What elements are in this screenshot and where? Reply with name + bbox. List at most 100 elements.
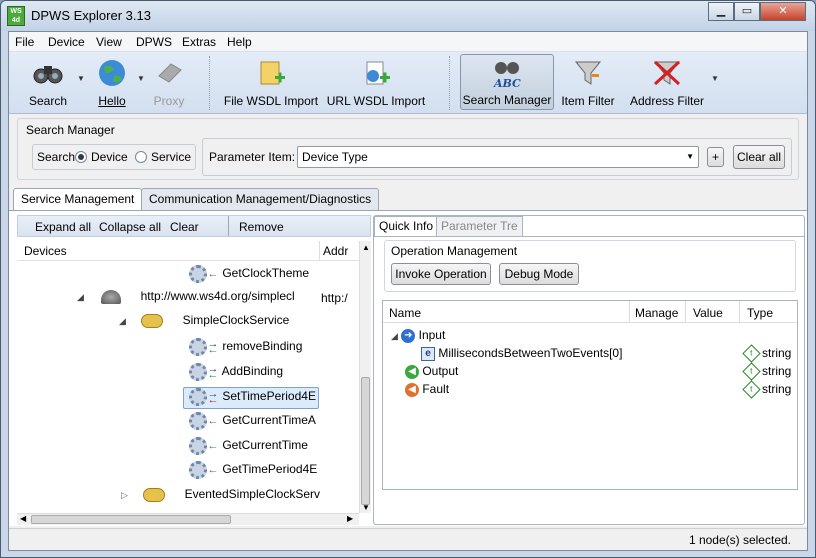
file-wsdl-import-button[interactable]: File WSDL Import [223,54,319,110]
gear-icon [189,388,207,406]
param-row-element[interactable]: e MillisecondsBetweenTwoEvents[0] [421,346,622,364]
expand-icon: ▷ [121,490,128,500]
tree-item-device[interactable]: ◢ http://www.ws4d.org/simplecl http:/ [77,289,348,311]
menu-dpws[interactable]: DPWS [136,35,172,49]
tree-item-settimeperiod[interactable]: → ← SetTimePeriod4E [183,387,319,409]
parameter-item-select[interactable]: Device Type ▼ [297,146,699,168]
menu-device[interactable]: Device [48,35,85,49]
status-bar: 1 node(s) selected. [9,528,807,550]
menu-file[interactable]: File [15,35,34,49]
tree-item-getcurrenttime[interactable]: ← GetCurrentTime [189,437,308,459]
remove-button[interactable]: Remove [239,220,284,234]
gear-icon [189,461,207,479]
scroll-right-icon[interactable]: ▶ [347,514,353,523]
url-wsdl-import-button[interactable]: URL WSDL Import [325,54,427,110]
device-tree: ← GetClockTheme ◢ http://www.ws4d.org/si… [17,261,359,513]
param-row-input[interactable]: ◢ ➜ Input [391,328,445,346]
service-radio-label: Service [151,150,192,164]
tree-item-label: GetCurrentTime [222,438,308,453]
tree-item-gettimeperiod[interactable]: ← GetTimePeriod4E [189,461,317,483]
param-label: Output [422,364,459,378]
clear-all-button[interactable]: Clear all [733,145,785,169]
scroll-left-icon[interactable]: ◀ [20,514,26,523]
folder-add-icon [260,61,285,85]
hello-button[interactable]: Hello [91,54,133,110]
tab-communication[interactable]: Communication Management/Diagnostics [141,188,380,210]
search-type-label: Search [37,150,76,164]
parameter-item-value: Device Type [302,150,368,164]
search-type-group: Search Device Service [32,144,196,170]
device-radio[interactable] [75,151,87,163]
service-icon [141,313,164,328]
gear-icon [189,363,207,381]
input-arrow-icon: ➜ [401,328,416,343]
tab-quick-info[interactable]: Quick Info [374,216,439,236]
search-button[interactable]: Search [23,54,73,110]
arrow-icon: → ← [207,338,219,356]
tree-item-addbinding[interactable]: → ← AddBinding [189,363,283,385]
debug-mode-button[interactable]: Debug Mode [499,263,579,285]
hello-dropdown-icon[interactable]: ▼ [137,74,145,83]
search-manager-panel: Search Manager Search Device Service Par… [17,118,799,180]
tree-item-label: http://www.ws4d.org/simplecl [140,289,295,303]
tree-item-removebinding[interactable]: → ← removeBinding [189,338,302,360]
devices-column[interactable]: Devices [24,244,67,258]
close-button[interactable]: ✕ [760,2,806,21]
tab-divider [374,236,804,237]
gear-icon [189,265,207,283]
value-column[interactable]: Value [693,306,723,320]
address-filter-dropdown-icon[interactable]: ▼ [711,74,719,83]
client-area: File Device View DPWS Extras Help Search… [8,31,808,551]
tab-parameter-tree[interactable]: Parameter Tre [436,216,523,236]
column-divider [319,241,320,261]
tree-horizontal-scrollbar[interactable]: ◀ ▶ [17,513,359,525]
collapse-all-button[interactable]: Collapse all [99,220,161,234]
param-label: Input [418,328,446,342]
scroll-thumb[interactable] [31,515,231,524]
scroll-thumb[interactable] [361,377,370,505]
type-label: string [762,382,792,396]
address-column[interactable]: Addr [323,244,348,258]
arrow-icon: ← [207,440,219,452]
arrow-icon: → ← [207,363,219,381]
menu-view[interactable]: View [96,35,122,49]
tab-service-management[interactable]: Service Management [13,188,143,211]
maximize-button[interactable]: ▭ [734,2,760,21]
address-filter-label: Address Filter [629,94,705,108]
param-row-output[interactable]: ◀ Output [405,364,458,382]
add-parameter-button[interactable]: + [707,147,724,167]
scroll-up-icon[interactable]: ▲ [362,243,370,252]
tree-toolbar-separator [228,216,229,236]
parameter-table: Name Manage Value Type ◢ ➜ Input e Milli… [382,300,798,490]
param-row-fault[interactable]: ◀ Fault [405,382,449,400]
scroll-down-icon[interactable]: ▼ [362,503,370,512]
tree-item-evented-service[interactable]: ▷ EventedSimpleClockServ [121,487,320,509]
tree-item-getcurrenttimea[interactable]: ← GetCurrentTimeA [189,412,316,434]
address-filter-button[interactable]: Address Filter [625,54,709,110]
service-radio[interactable] [135,151,147,163]
status-text: 1 node(s) selected. [688,533,791,547]
parameter-item-label: Parameter Item: [209,150,296,164]
search-dropdown-icon[interactable]: ▼ [77,74,85,83]
minimize-button[interactable]: ▁ [708,2,734,21]
expand-all-button[interactable]: Expand all [35,220,91,234]
search-manager-button[interactable]: ABC Search Manager [460,54,554,110]
param-type-fault: t string [742,380,792,400]
search-label: Search [28,94,68,108]
invoke-operation-button[interactable]: Invoke Operation [391,263,491,285]
manage-column[interactable]: Manage [635,306,678,320]
item-filter-button[interactable]: Item Filter [558,54,618,110]
menu-extras[interactable]: Extras [182,35,216,49]
clear-button[interactable]: Clear [170,220,199,234]
column-divider [629,301,630,323]
name-column[interactable]: Name [389,306,421,320]
output-arrow-icon: ◀ [405,364,419,379]
menu-help[interactable]: Help [227,35,252,49]
tree-item-service[interactable]: ◢ SimpleClockService [119,313,289,335]
type-column[interactable]: Type [747,306,773,320]
tree-item-getclocktheme[interactable]: ← GetClockTheme [189,265,309,287]
url-wsdl-label: URL WSDL Import [326,94,426,108]
tree-vertical-scrollbar[interactable]: ▲ ▼ [359,241,371,513]
collapse-icon: ◢ [77,292,84,302]
tree-item-label: removeBinding [222,339,303,354]
